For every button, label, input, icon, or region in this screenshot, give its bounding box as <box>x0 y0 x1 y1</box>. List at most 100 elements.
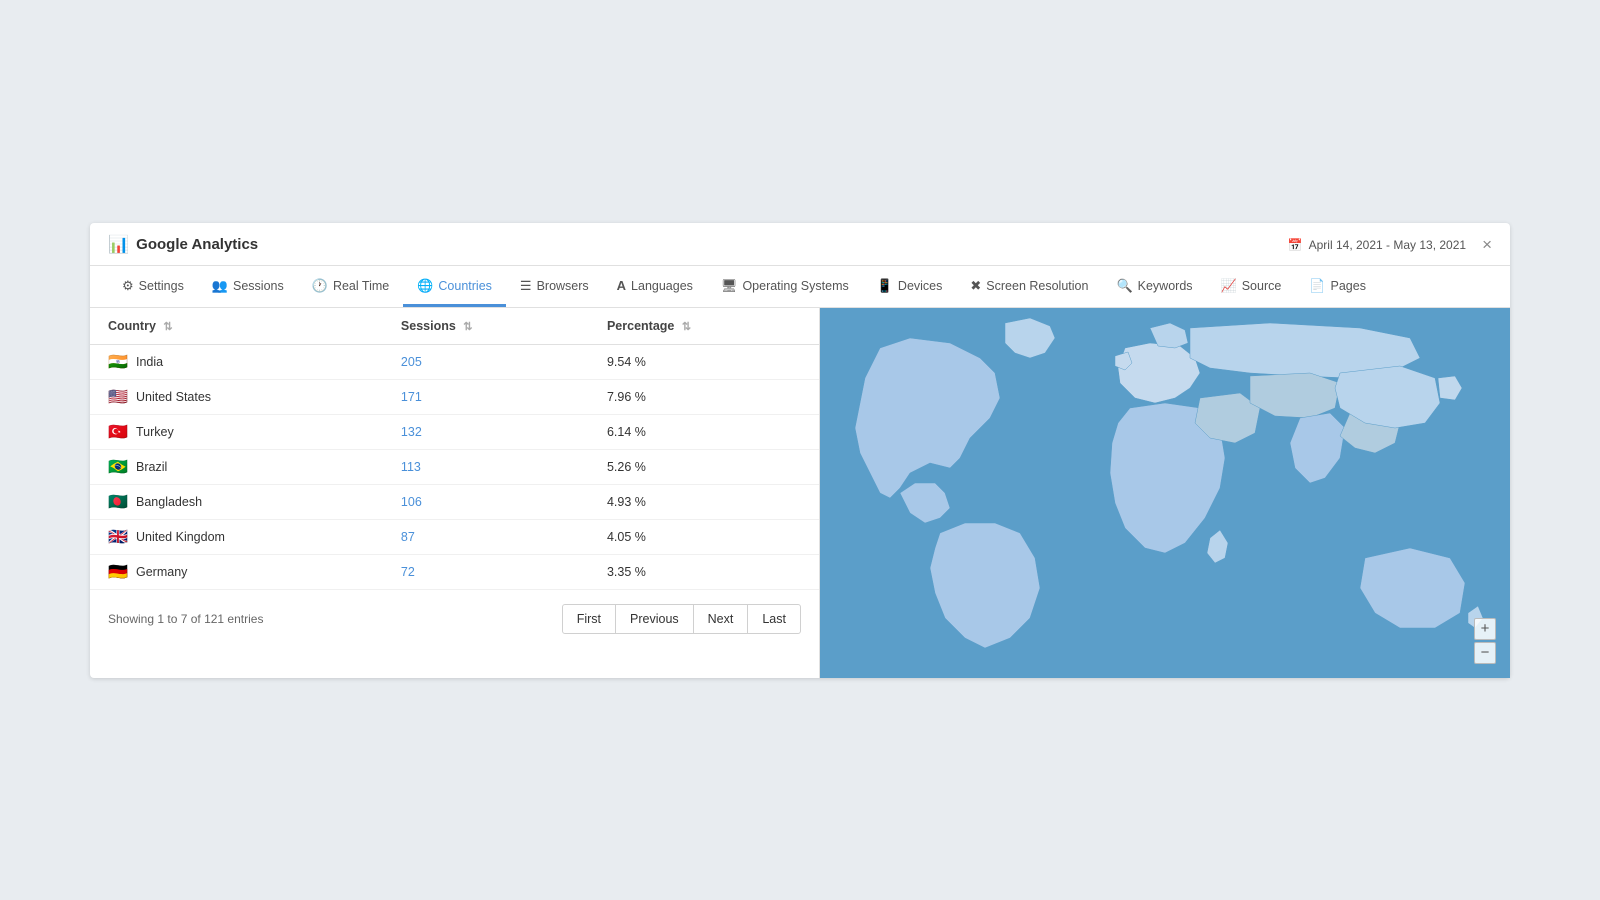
country-cell: 🇬🇧 United Kingdom <box>90 519 383 554</box>
date-range-text: April 14, 2021 - May 13, 2021 <box>1309 238 1466 252</box>
percentage-cell: 7.96 % <box>589 379 819 414</box>
percentage-cell: 4.93 % <box>589 484 819 519</box>
sessions-cell: 72 <box>383 554 589 589</box>
last-button[interactable]: Last <box>747 604 801 634</box>
country-flag: 🇮🇳 <box>108 355 128 369</box>
tab-devices-label: Devices <box>898 279 942 293</box>
percentage-cell: 6.14 % <box>589 414 819 449</box>
country-name: India <box>136 355 163 369</box>
tab-os-label: Operating Systems <box>742 279 848 293</box>
pages-icon: 📄 <box>1309 278 1325 294</box>
screen-icon: ✖ <box>970 278 981 294</box>
realtime-icon: 🕐 <box>312 278 328 294</box>
country-cell: 🇮🇳 India <box>90 344 383 379</box>
sessions-cell: 106 <box>383 484 589 519</box>
sort-sessions-icon: ⇅ <box>463 320 472 333</box>
previous-button[interactable]: Previous <box>615 604 694 634</box>
tab-settings-label: Settings <box>139 279 184 293</box>
country-name: Brazil <box>136 460 167 474</box>
tab-devices[interactable]: 📱 Devices <box>863 266 957 307</box>
pagination-buttons: First Previous Next Last <box>562 604 801 634</box>
tab-browsers[interactable]: ☰ Browsers <box>506 266 603 307</box>
tab-browsers-label: Browsers <box>537 279 589 293</box>
table-section: Country ⇅ Sessions ⇅ Percentage ⇅ <box>90 308 820 678</box>
zoom-out-button[interactable]: − <box>1474 642 1496 664</box>
card-title-text: Google Analytics <box>136 236 258 253</box>
sort-country-icon: ⇅ <box>163 320 172 333</box>
sessions-cell: 171 <box>383 379 589 414</box>
tab-keywords[interactable]: 🔍 Keywords <box>1102 266 1206 307</box>
os-icon: 🖥 <box>721 278 738 294</box>
tab-screen-label: Screen Resolution <box>986 279 1088 293</box>
sessions-cell: 132 <box>383 414 589 449</box>
showing-text: Showing 1 to 7 of 121 entries <box>108 612 263 626</box>
languages-icon: A <box>617 278 626 293</box>
countries-table: Country ⇅ Sessions ⇅ Percentage ⇅ <box>90 308 819 590</box>
source-icon: 📈 <box>1221 278 1237 294</box>
map-section: + − <box>820 308 1510 678</box>
col-sessions-label: Sessions <box>401 319 456 333</box>
tab-languages[interactable]: A Languages <box>603 266 707 306</box>
world-map <box>820 308 1510 678</box>
countries-icon: 🌐 <box>417 278 433 294</box>
tabs-bar: ⚙ Settings 👥 Sessions 🕐 Real Time 🌐 Coun… <box>90 266 1510 308</box>
percentage-cell: 5.26 % <box>589 449 819 484</box>
col-country-label: Country <box>108 319 156 333</box>
zoom-in-button[interactable]: + <box>1474 618 1496 640</box>
col-sessions[interactable]: Sessions ⇅ <box>383 308 589 345</box>
devices-icon: 📱 <box>877 278 893 294</box>
col-country[interactable]: Country ⇅ <box>90 308 383 345</box>
analytics-card: 📊 Google Analytics 📅 April 14, 2021 - Ma… <box>90 223 1510 678</box>
country-flag: 🇧🇷 <box>108 460 128 474</box>
tab-realtime[interactable]: 🕐 Real Time <box>298 266 403 307</box>
content-area: Country ⇅ Sessions ⇅ Percentage ⇅ <box>90 308 1510 678</box>
table-row: 🇬🇧 United Kingdom 87 4.05 % <box>90 519 819 554</box>
browsers-icon: ☰ <box>520 278 532 294</box>
country-flag: 🇹🇷 <box>108 425 128 439</box>
tab-countries[interactable]: 🌐 Countries <box>403 266 506 307</box>
country-flag: 🇧🇩 <box>108 495 128 509</box>
country-cell: 🇺🇸 United States <box>90 379 383 414</box>
country-cell: 🇧🇩 Bangladesh <box>90 484 383 519</box>
country-name: Turkey <box>136 425 174 439</box>
tab-languages-label: Languages <box>631 279 693 293</box>
next-button[interactable]: Next <box>693 604 749 634</box>
tab-os[interactable]: 🖥 Operating Systems <box>707 266 863 307</box>
country-name: United Kingdom <box>136 530 225 544</box>
tab-sessions-label: Sessions <box>233 279 284 293</box>
table-row: 🇹🇷 Turkey 132 6.14 % <box>90 414 819 449</box>
calendar-icon: 📅 <box>1288 238 1303 252</box>
table-row: 🇧🇩 Bangladesh 106 4.93 % <box>90 484 819 519</box>
tab-screen[interactable]: ✖ Screen Resolution <box>956 266 1102 307</box>
col-percentage[interactable]: Percentage ⇅ <box>589 308 819 345</box>
date-range: 📅 April 14, 2021 - May 13, 2021 <box>1288 238 1466 252</box>
card-header: 📊 Google Analytics 📅 April 14, 2021 - Ma… <box>90 223 1510 266</box>
country-name: Germany <box>136 565 187 579</box>
table-row: 🇧🇷 Brazil 113 5.26 % <box>90 449 819 484</box>
tab-keywords-label: Keywords <box>1138 279 1193 293</box>
pagination-area: Showing 1 to 7 of 121 entries First Prev… <box>90 590 819 634</box>
country-cell: 🇩🇪 Germany <box>90 554 383 589</box>
map-controls: + − <box>1474 618 1496 664</box>
country-flag: 🇬🇧 <box>108 530 128 544</box>
keywords-icon: 🔍 <box>1116 278 1132 294</box>
col-percentage-label: Percentage <box>607 319 674 333</box>
country-cell: 🇧🇷 Brazil <box>90 449 383 484</box>
tab-sessions[interactable]: 👥 Sessions <box>198 266 298 307</box>
table-row: 🇺🇸 United States 171 7.96 % <box>90 379 819 414</box>
country-name: Bangladesh <box>136 495 202 509</box>
tab-pages-label: Pages <box>1331 279 1366 293</box>
sort-percentage-icon: ⇅ <box>682 320 691 333</box>
percentage-cell: 9.54 % <box>589 344 819 379</box>
country-cell: 🇹🇷 Turkey <box>90 414 383 449</box>
analytics-icon: 📊 <box>108 235 129 255</box>
sessions-cell: 113 <box>383 449 589 484</box>
close-button[interactable]: × <box>1482 236 1492 253</box>
tab-settings[interactable]: ⚙ Settings <box>108 266 198 307</box>
tab-realtime-label: Real Time <box>333 279 389 293</box>
table-row: 🇩🇪 Germany 72 3.35 % <box>90 554 819 589</box>
tab-pages[interactable]: 📄 Pages <box>1295 266 1380 307</box>
settings-icon: ⚙ <box>122 278 134 294</box>
tab-source[interactable]: 📈 Source <box>1207 266 1296 307</box>
first-button[interactable]: First <box>562 604 616 634</box>
